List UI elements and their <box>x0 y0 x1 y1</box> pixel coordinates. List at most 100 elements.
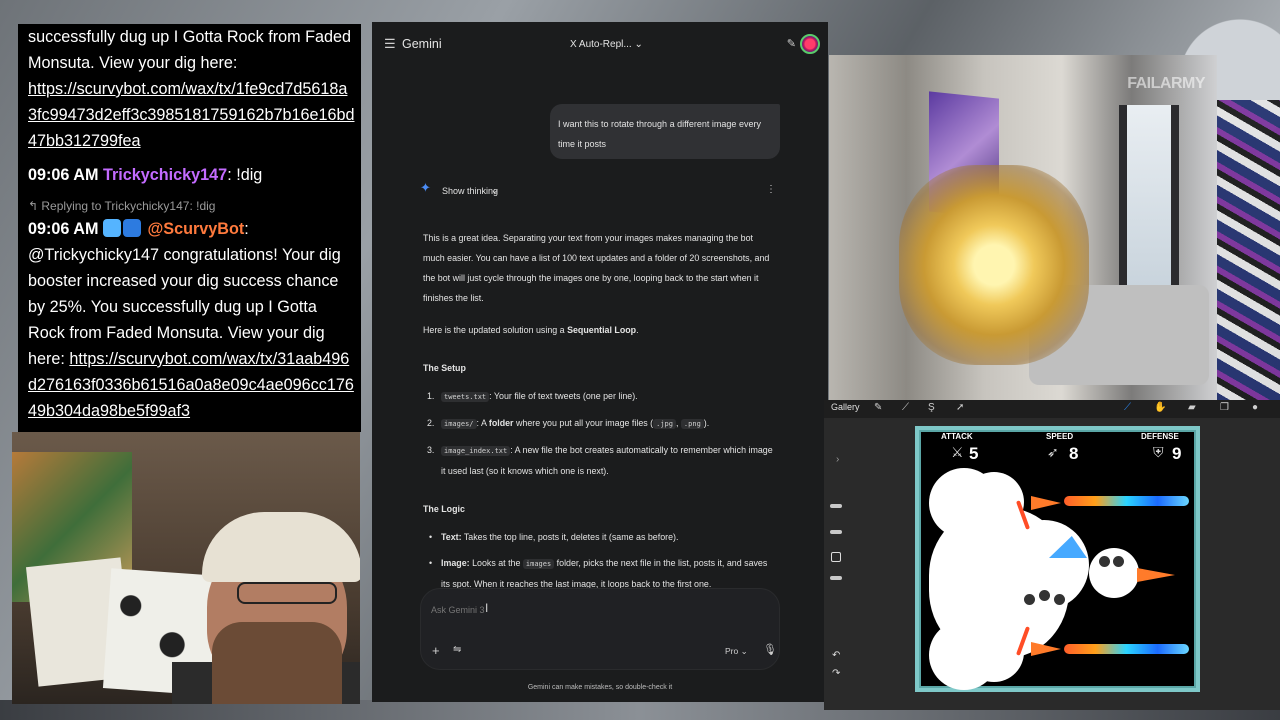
new-chat-icon[interactable]: ✎ <box>787 37 796 50</box>
list-number: 3. <box>427 445 435 455</box>
list-number: 2. <box>427 418 435 428</box>
chevron-right-icon[interactable]: › <box>836 454 839 465</box>
model-selector[interactable]: Pro ⌄ <box>725 646 748 657</box>
tools-icon[interactable]: ⇋ <box>453 644 461 655</box>
chat-message-text: : @Trickychicky147 congratulations! Your… <box>28 220 341 368</box>
drawing-canvas[interactable]: ATTACK ⚔ 5 SPEED ➶ 8 DEFENSE ⛨ 9 <box>915 426 1200 692</box>
chat-title-dropdown[interactable]: X Auto-Repl... ⌄ <box>570 39 643 50</box>
response-body: This is a great idea. Separating your te… <box>423 228 775 600</box>
flame-trail <box>1064 644 1189 654</box>
show-thinking-button[interactable]: Show thinking <box>442 186 498 196</box>
list-bold: folder <box>488 418 514 428</box>
chat-message: 09:06 AM Trickychicky147: !dig <box>28 162 355 188</box>
list-item: 1. tweets.txt: Your file of text tweets … <box>423 386 775 407</box>
gemini-window: ☰ Gemini X Auto-Repl... ⌄ ✎ I want this … <box>372 22 828 702</box>
background-stripes <box>1210 100 1280 400</box>
prompt-box: I + ⇋ Pro ⌄ 🎙 <box>420 588 780 670</box>
side-toolbar: › ↶ ↷ <box>826 454 842 679</box>
person-glasses <box>237 582 337 604</box>
person-cap <box>202 512 360 582</box>
inline-code: images <box>522 559 555 569</box>
add-icon[interactable]: + <box>432 643 440 658</box>
undo-icon[interactable]: ↶ <box>832 650 840 661</box>
color-icon[interactable]: ● <box>1252 402 1258 413</box>
chat-message-text: : !dig <box>227 166 263 184</box>
redo-icon[interactable]: ↷ <box>832 668 840 679</box>
drawing-toolbar: Gallery ✎ ⟋ Ş ➚ ⟋ ✋ ▰ ❐ ● <box>824 400 1280 418</box>
list-item: Text: Takes the top line, posts it, dele… <box>423 527 775 547</box>
microphone-icon[interactable]: 🎙 <box>763 643 777 656</box>
carrot <box>1031 496 1061 510</box>
list-text: ). <box>703 418 710 428</box>
chat-username[interactable]: Trickychicky147 <box>103 166 227 184</box>
layers-icon[interactable]: ❐ <box>1220 402 1229 413</box>
gallery-button[interactable]: Gallery <box>831 402 860 412</box>
chat-link[interactable]: https://scurvybot.com/wax/tx/31aab496d27… <box>28 350 354 420</box>
more-options-icon[interactable]: ⋮ <box>766 184 776 195</box>
list-text: : Your file of text tweets (one per line… <box>489 391 638 401</box>
prompt-input[interactable] <box>431 605 731 615</box>
chat-message-text: successfully dug up I Gotta Rock from Fa… <box>28 28 351 72</box>
video-feed: FAILARMY <box>829 55 1217 400</box>
reply-text: Replying to Trickychicky147: !dig <box>41 199 216 213</box>
carrot-nose <box>1137 568 1175 582</box>
smudge-icon[interactable]: ✋ <box>1154 402 1166 413</box>
inline-code: tweets.txt <box>441 392 490 402</box>
list-item: 2. images/: A folder where you put all y… <box>423 413 775 434</box>
chat-link[interactable]: https://scurvybot.com/wax/tx/1fe9cd7d561… <box>28 80 354 150</box>
person-beard <box>212 622 342 704</box>
brush-size-slider[interactable] <box>830 530 842 534</box>
snowball <box>964 622 1024 682</box>
inline-code: .png <box>680 419 704 429</box>
list-bold: Text: <box>441 532 462 542</box>
webcam-feed <box>12 432 360 704</box>
video-logo: FAILARMY <box>1127 75 1205 92</box>
chat-reply-context: ↰ Replying to Trickychicky147: !dig <box>28 199 216 213</box>
chat-timestamp: 09:06 AM <box>28 166 99 184</box>
chevron-down-icon[interactable]: ⌄ <box>491 185 499 196</box>
list-item: 3. image_index.txt: A new file the bot c… <box>423 440 775 481</box>
gemini-top-bar: ☰ Gemini X Auto-Repl... ⌄ ✎ <box>372 22 828 68</box>
stream-chat-panel: successfully dug up I Gotta Rock from Fa… <box>18 24 361 432</box>
eraser-icon[interactable]: ▰ <box>1188 402 1196 413</box>
brush-icon[interactable]: ⟋ <box>1124 402 1131 413</box>
chat-username[interactable]: @ScurvyBot <box>147 220 244 238</box>
chat-message: ↰ Replying to Trickychicky147: !dig 09:0… <box>28 196 355 424</box>
speed-label: SPEED <box>1046 432 1074 441</box>
transform-icon[interactable]: ➚ <box>956 402 964 413</box>
text-cursor-icon: I <box>485 601 489 615</box>
gemini-spark-icon: ✦ <box>420 180 431 195</box>
response-solution: Here is the updated solution using a Seq… <box>423 320 775 340</box>
sword-icon: ⚔ <box>951 444 964 460</box>
chat-timestamp: 09:06 AM <box>28 220 99 238</box>
inline-code: image_index.txt <box>441 446 511 456</box>
snowman-button <box>1024 594 1035 605</box>
wand-icon[interactable]: ⟋ <box>902 402 909 413</box>
explosion-burst <box>899 165 1089 365</box>
chat-title: X Auto-Repl... <box>570 39 632 50</box>
list-bold: Image: <box>441 558 470 568</box>
wing-icon: ➶ <box>1047 444 1059 460</box>
wrench-icon[interactable]: ✎ <box>874 402 882 413</box>
disclaimer-text: Gemini can make mistakes, so double-chec… <box>527 684 673 691</box>
response-intro: This is a great idea. Separating your te… <box>423 233 770 303</box>
gemini-brand: Gemini <box>402 37 442 51</box>
modify-button[interactable] <box>831 552 841 562</box>
snowman-button <box>1054 594 1065 605</box>
user-message-bubble: I want this to rotate through a differen… <box>550 104 780 159</box>
shield-icon: ⛨ <box>1153 444 1164 460</box>
brush-size-slider[interactable] <box>830 504 842 508</box>
avatar[interactable] <box>800 34 820 54</box>
attack-value: 5 <box>969 444 979 463</box>
menu-icon[interactable]: ☰ <box>384 36 396 52</box>
chevron-down-icon: ⌄ <box>634 39 643 50</box>
opacity-slider[interactable] <box>830 576 842 580</box>
selection-icon[interactable]: Ş <box>928 402 935 413</box>
snowman-head <box>1089 548 1139 598</box>
list-text: Looks at the <box>469 558 523 568</box>
user-message-text: I want this to rotate through a differen… <box>558 119 761 149</box>
list-text: Takes the top line, posts it, deletes it… <box>461 532 679 542</box>
setup-heading: The Setup <box>423 363 466 373</box>
solution-prefix: Here is the updated solution using a <box>423 325 568 335</box>
logic-list: Text: Takes the top line, posts it, dele… <box>423 527 775 594</box>
